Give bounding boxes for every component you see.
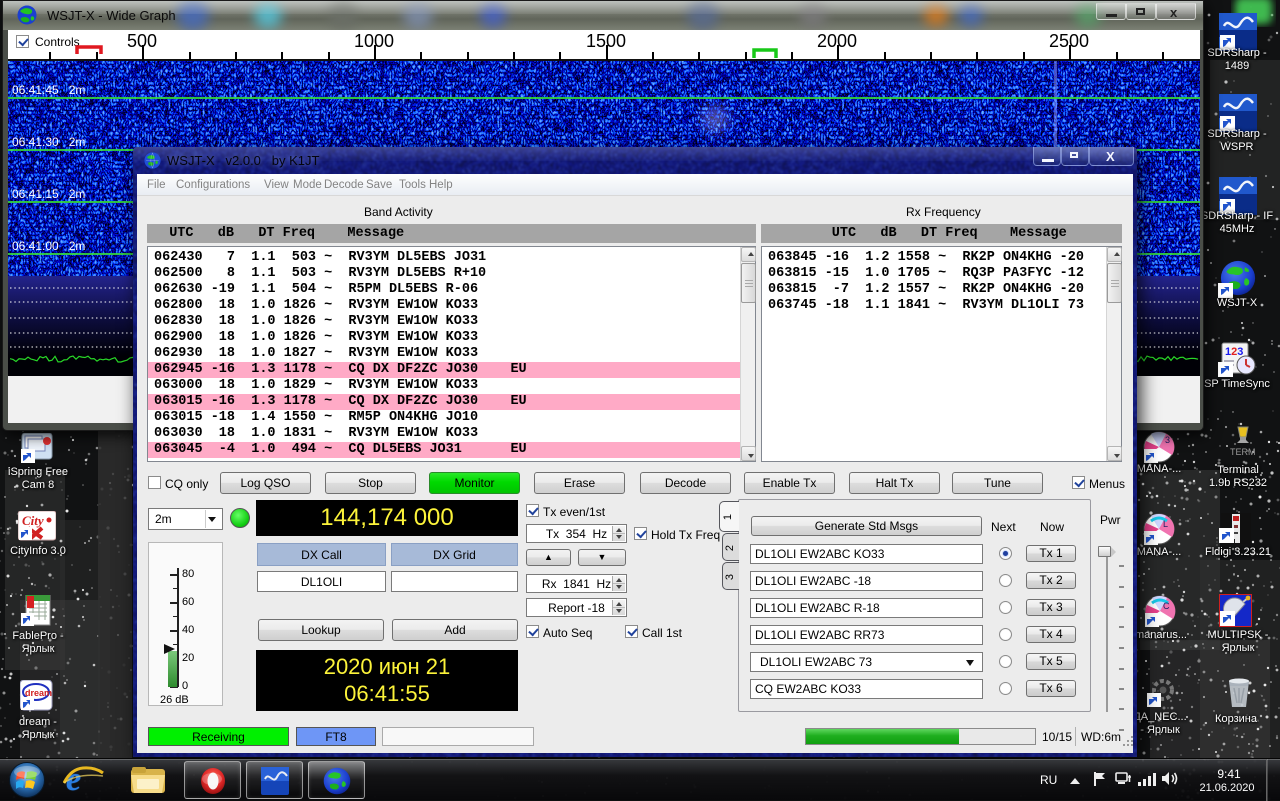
svg-text:City: City [22, 513, 44, 528]
svg-text:C: C [1163, 601, 1170, 611]
svg-text:3: 3 [1165, 435, 1170, 445]
svg-text:TERM: TERM [1230, 447, 1256, 457]
svg-text:dream: dream [25, 688, 52, 698]
svg-text:L: L [1163, 519, 1168, 529]
svg-text:123: 123 [1225, 346, 1243, 358]
